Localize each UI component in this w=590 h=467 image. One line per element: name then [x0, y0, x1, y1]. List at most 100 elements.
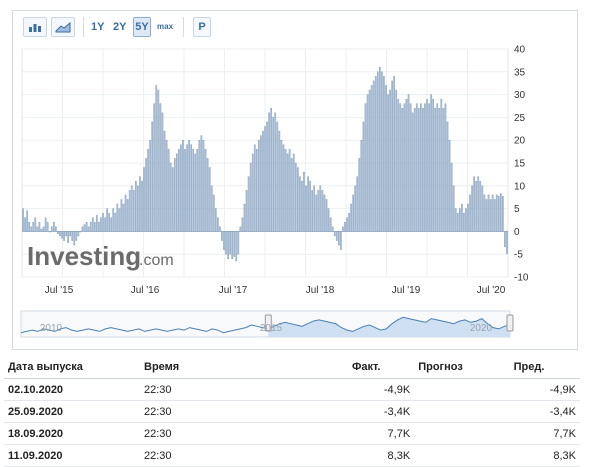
header-actual[interactable]: Факт. [348, 356, 415, 379]
range-5y-button[interactable]: 5Y [133, 17, 151, 37]
navigator-year-label: 2010 [40, 323, 63, 334]
bar [399, 103, 402, 232]
range-1y-button[interactable]: 1Y [91, 17, 104, 37]
bar [309, 180, 311, 232]
bar [52, 222, 55, 232]
bar [417, 108, 420, 232]
bar [247, 176, 250, 232]
row-forecast [414, 422, 510, 445]
bar [159, 103, 162, 232]
y-tick-label: 10 [514, 181, 526, 192]
bar [221, 231, 223, 241]
header-time[interactable]: Время [140, 356, 348, 379]
bar [214, 208, 217, 232]
bar [280, 139, 283, 232]
y-tick-label: 15 [514, 159, 526, 170]
bar [323, 194, 326, 232]
bar-chart-icon[interactable] [23, 17, 47, 37]
bar [34, 217, 37, 232]
row-date: 18.09.2020 [4, 422, 140, 445]
logo-suffix: .com [139, 252, 174, 269]
bar [163, 130, 166, 232]
header-date[interactable]: Дата выпуска [4, 356, 140, 379]
bar [397, 98, 400, 232]
releases-table: Дата выпуска Время Факт. Прогноз Пред. 0… [4, 356, 580, 467]
bar [372, 80, 375, 232]
bar [294, 162, 297, 232]
bar [292, 153, 295, 232]
bar [278, 130, 281, 232]
navigator-handle-right[interactable] [506, 314, 514, 332]
bar [438, 108, 441, 232]
row-forecast [414, 444, 510, 467]
bar [452, 185, 455, 232]
area-chart-icon[interactable] [51, 17, 75, 37]
bar [370, 85, 373, 232]
bar [477, 176, 480, 232]
bar [36, 226, 39, 232]
bar [128, 190, 131, 232]
table-row: 11.09.2020 22:30 8,3K 8,3K [4, 444, 580, 467]
bar [208, 167, 211, 232]
bar [305, 185, 307, 232]
bar [354, 185, 357, 232]
bar [409, 103, 412, 232]
bar [149, 139, 151, 232]
bar [26, 210, 28, 232]
bar [122, 203, 125, 232]
y-tick-label: 5 [514, 204, 520, 215]
bar [194, 153, 197, 232]
bar [391, 80, 393, 232]
bar [137, 185, 139, 232]
bar [366, 94, 369, 232]
bar [135, 180, 137, 232]
bar [255, 149, 258, 232]
x-tick-label: Jul '17 [219, 285, 248, 296]
bar [360, 139, 363, 232]
row-previous: -4,9K [509, 378, 580, 401]
bar [383, 76, 385, 232]
bar [48, 231, 51, 233]
row-actual: 8,3K [348, 444, 415, 467]
x-tick-label: Jul '15 [45, 285, 74, 296]
bar [491, 194, 494, 232]
bar [237, 231, 240, 255]
bar [266, 121, 268, 232]
header-previous[interactable]: Пред. [509, 356, 580, 379]
bar [442, 108, 445, 232]
bar [374, 76, 377, 232]
table-header-row: Дата выпуска Время Факт. Прогноз Пред. [4, 356, 580, 379]
bar [42, 226, 45, 232]
bar [413, 108, 416, 232]
bar [241, 217, 244, 232]
bar [40, 228, 43, 232]
row-date: 02.10.2020 [4, 378, 140, 401]
bar [379, 66, 381, 232]
bar [454, 208, 457, 232]
bar [268, 112, 270, 232]
bar [106, 208, 108, 232]
bar [249, 162, 252, 232]
bar [108, 212, 110, 232]
bar [91, 217, 94, 232]
bar [327, 208, 330, 232]
range-max-button[interactable]: max [157, 17, 173, 37]
bar [55, 226, 57, 232]
bar [253, 144, 256, 232]
bar [118, 208, 121, 232]
bar [141, 180, 143, 232]
bar [24, 217, 26, 232]
bar [264, 126, 266, 232]
p-button[interactable]: P [193, 17, 211, 37]
bar [110, 217, 113, 232]
table-row: 25.09.2020 22:30 -3,4K -3,4K [4, 400, 580, 423]
header-forecast[interactable]: Прогноз [414, 356, 510, 379]
bar [325, 199, 328, 232]
bar [229, 231, 231, 255]
bar [303, 171, 305, 232]
bar [422, 108, 424, 232]
bar [143, 167, 145, 232]
range-2y-button[interactable]: 2Y [113, 17, 126, 37]
bar [212, 194, 215, 232]
bar [389, 89, 391, 232]
